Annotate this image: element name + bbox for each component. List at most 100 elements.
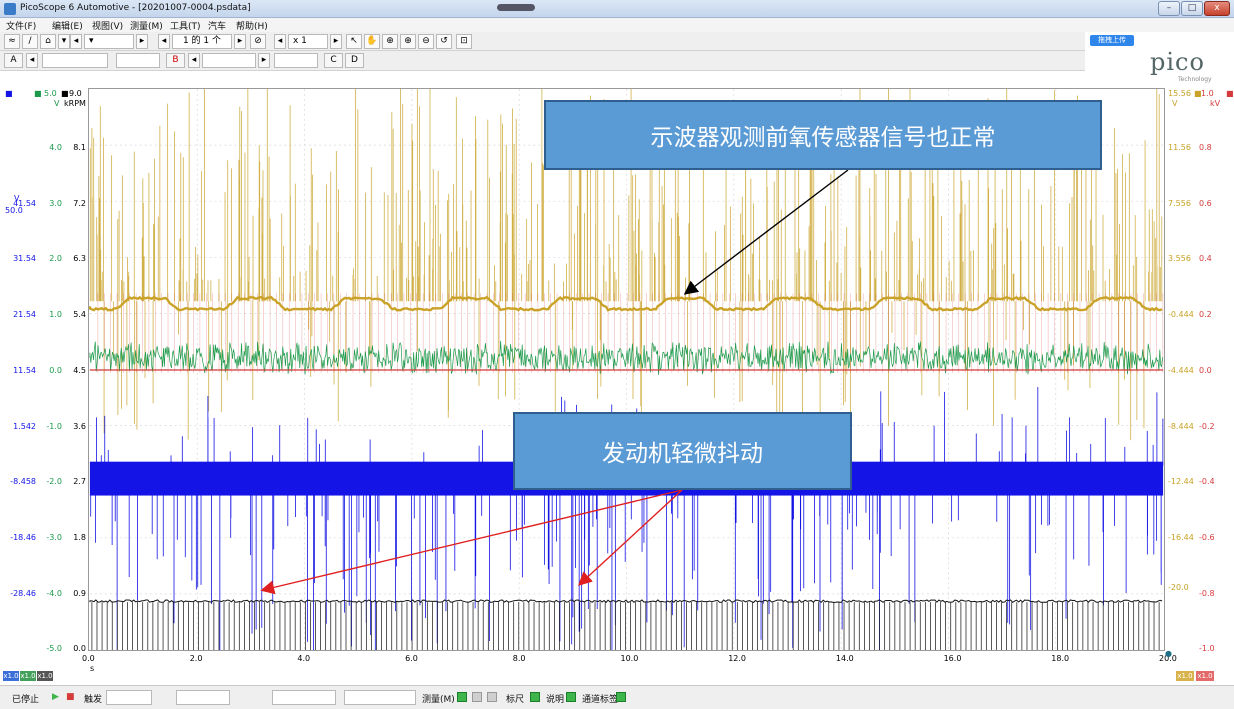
- zoom-icon[interactable]: ⊕: [382, 34, 398, 49]
- timebase-select[interactable]: ▾: [84, 34, 134, 49]
- buffer-prev-icon[interactable]: ◂: [158, 34, 170, 49]
- upload-button[interactable]: 拖拽上传: [1090, 35, 1134, 46]
- next-arrow-icon[interactable]: ▸: [136, 34, 148, 49]
- toolbar-channels: A ◂ B ◂ ▸ C D: [0, 51, 1085, 71]
- axis-krpm-tick: 8.1: [73, 143, 86, 152]
- axis-x-tick: 16.0: [943, 654, 962, 663]
- minimize-button[interactable]: –: [1158, 1, 1180, 16]
- axis-krpm-tick: 0.0: [73, 644, 86, 654]
- trigger-channel-select[interactable]: [176, 690, 230, 705]
- home-icon[interactable]: ⌂: [40, 34, 56, 49]
- menu-edit[interactable]: 编辑(E): [52, 19, 83, 32]
- channel-b-coupling-select[interactable]: [274, 53, 318, 68]
- menu-measure[interactable]: 测量(M): [130, 19, 163, 32]
- zoom-next-icon[interactable]: ▸: [330, 34, 342, 49]
- menu-view[interactable]: 视图(V): [92, 19, 123, 32]
- channel-krpm-marker: ■: [61, 89, 69, 98]
- delete-measurement-icon[interactable]: [487, 692, 497, 702]
- axis-gold-tick: 3.556: [1168, 254, 1191, 264]
- axis-kv-tick: -0.6: [1199, 532, 1215, 542]
- channel-labels-label[interactable]: 通道标签: [582, 692, 618, 705]
- axis-x-tick: 14.0: [835, 654, 854, 663]
- channel-b-next-icon[interactable]: ▸: [258, 53, 270, 68]
- ruler-toggle-icon[interactable]: [530, 692, 540, 702]
- pointer-icon[interactable]: ↖: [346, 34, 362, 49]
- channel-red-scale-tag[interactable]: x1.0: [1196, 671, 1214, 681]
- axis-gold-tick: -4.444: [1168, 365, 1194, 375]
- hand-icon[interactable]: ✋: [364, 34, 380, 49]
- trigger-mode-select[interactable]: [106, 690, 152, 705]
- menu-tools[interactable]: 工具(T): [170, 19, 201, 32]
- pico-logo: pico: [1150, 48, 1205, 76]
- zoom-in-icon[interactable]: ⊕: [400, 34, 416, 49]
- edit-measurement-icon[interactable]: [472, 692, 482, 702]
- zoom-fit-icon[interactable]: ⊡: [456, 34, 472, 49]
- compass-icon[interactable]: ⊘: [250, 34, 266, 49]
- menu-help[interactable]: 帮助(H): [236, 19, 268, 32]
- axis-krpm-tick: 3.6: [73, 421, 86, 431]
- axis-gold-tick: -12.44: [1168, 477, 1194, 487]
- channel-d-button[interactable]: D: [345, 53, 364, 68]
- axis-x-tick: 8.0: [512, 654, 526, 663]
- add-measurement-icon[interactable]: [457, 692, 467, 702]
- zoom-prev-icon[interactable]: ◂: [274, 34, 286, 49]
- notes-toggle-icon[interactable]: [566, 692, 576, 702]
- status-bar: 已停止 ▶ ■ 触发 测量(M) 标尺 说明 通道标签: [0, 685, 1234, 709]
- channel-a-prev-icon[interactable]: ◂: [26, 53, 38, 68]
- axis-gold-tick: 7.556: [1168, 198, 1191, 208]
- axis-kv-tick: -1.0: [1199, 644, 1215, 654]
- axis-gold-tick: -20.0: [1168, 582, 1189, 592]
- dropdown-arrow-icon[interactable]: ▾: [58, 34, 70, 49]
- axis-kv-tick: -0.4: [1199, 477, 1215, 487]
- trigger-level-input[interactable]: [272, 690, 336, 705]
- probe-icon[interactable]: ∕: [22, 34, 38, 49]
- axis-kv-tick: 0.4: [1199, 254, 1212, 264]
- prev-arrow-icon[interactable]: ◂: [70, 34, 82, 49]
- notes-label[interactable]: 说明: [546, 692, 564, 705]
- menu-file[interactable]: 文件(F): [6, 19, 36, 32]
- channel-b-prev-icon[interactable]: ◂: [188, 53, 200, 68]
- channel-a-button[interactable]: A: [4, 53, 23, 68]
- channel-gold-scale-tag[interactable]: x1.0: [1176, 671, 1194, 681]
- axis-krpm-tick: 1.8: [73, 532, 86, 542]
- maximize-button[interactable]: □: [1181, 1, 1203, 16]
- buffer-next-icon[interactable]: ▸: [234, 34, 246, 49]
- time-cursor-handle[interactable]: ●: [1165, 649, 1172, 658]
- zoom-out-icon[interactable]: ⊖: [418, 34, 434, 49]
- stop-icon[interactable]: ■: [66, 692, 75, 702]
- axis-x-tick: 18.0: [1051, 654, 1070, 663]
- channel-b-button[interactable]: B: [166, 53, 185, 68]
- channel-a-scale-tag[interactable]: x1.0: [3, 671, 19, 681]
- buffer-counter: 1 的 1 个: [172, 34, 232, 49]
- channel-b-range-select[interactable]: [202, 53, 256, 68]
- channel-labels-toggle-icon[interactable]: [616, 692, 626, 702]
- oscilloscope-plot[interactable]: [88, 88, 1165, 651]
- axis-x-tick: 2.0: [189, 654, 203, 663]
- run-icon[interactable]: ▶: [52, 692, 59, 702]
- channel-c-scale-tag[interactable]: x1.0: [37, 671, 53, 681]
- undo-zoom-icon[interactable]: ↺: [436, 34, 452, 49]
- axis-gold-unit: V: [1172, 99, 1178, 108]
- menu-automotive[interactable]: 汽车: [208, 19, 226, 32]
- channel-options-icon[interactable]: ≈: [4, 34, 20, 49]
- axis-gold-tick: 11.56: [1168, 143, 1191, 152]
- close-button[interactable]: x: [1204, 1, 1230, 16]
- channel-a-range-select[interactable]: [42, 53, 108, 68]
- zoom-select[interactable]: x 1: [288, 34, 328, 49]
- axis-krpm-tick: 6.3: [73, 254, 86, 264]
- axis-kv-unit: kV: [1210, 99, 1221, 108]
- pre-trigger-input[interactable]: [344, 690, 416, 705]
- axis-krpm-tick: 2.7: [73, 477, 86, 487]
- axis-kv-tick: -0.2: [1199, 421, 1215, 431]
- axis-kv-tick: 0.2: [1199, 310, 1212, 320]
- axis-x-tick: 4.0: [297, 654, 311, 663]
- axis-gold-tick: -0.444: [1168, 310, 1194, 320]
- ruler-label[interactable]: 标尺: [506, 692, 524, 705]
- measurements-label[interactable]: 测量(M): [422, 692, 455, 705]
- channel-a-coupling-select[interactable]: [116, 53, 160, 68]
- axis-krpm-tick: 7.2: [73, 198, 86, 208]
- channel-b-scale-tag[interactable]: x1.0: [20, 671, 36, 681]
- channel-b-marker: ■: [34, 89, 42, 98]
- channel-c-button[interactable]: C: [324, 53, 343, 68]
- capture-state: 已停止: [12, 695, 40, 705]
